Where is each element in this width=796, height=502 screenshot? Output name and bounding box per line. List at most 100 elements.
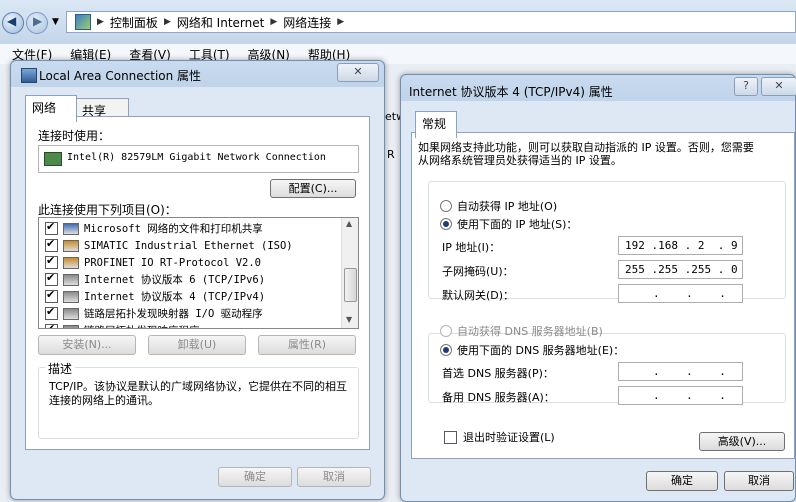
- cancel-button-label: 取消: [323, 470, 345, 483]
- list-item[interactable]: PROFINET IO RT-Protocol V2.0: [45, 254, 261, 271]
- list-item-label: SIMATIC Industrial Ethernet (ISO): [84, 239, 293, 252]
- install-button[interactable]: 安装(N)...: [38, 335, 136, 355]
- cancel-button-label: 取消: [748, 474, 770, 487]
- adapter-box: Intel(R) 82579LM Gigabit Network Connect…: [38, 145, 359, 173]
- subnet-mask-label: 子网掩码(U)：: [442, 265, 514, 278]
- breadcrumb-separator-icon: ▶: [97, 17, 104, 27]
- ok-button-label: 确定: [244, 470, 266, 483]
- dialog-title: Local Area Connection 属性: [39, 69, 202, 83]
- components-list[interactable]: Microsoft 网络的文件和打印机共享 SIMATIC Industrial …: [38, 217, 359, 329]
- scroll-down-icon[interactable]: ▼: [346, 315, 352, 324]
- tab-network-label: 网络: [32, 101, 57, 115]
- list-item[interactable]: SIMATIC Industrial Ethernet (ISO): [45, 237, 293, 254]
- general-tab-panel: 如果网络支持此功能，则可以获取自动指派的 IP 设置。否则，您需要从网络系统管理…: [411, 132, 795, 459]
- subnet-mask-field[interactable]: 255 .255 .255 . 0: [618, 260, 743, 279]
- properties-button-label: 属性(R): [287, 338, 327, 351]
- connect-using-label: 连接时使用：: [38, 129, 111, 143]
- component-icon: [63, 273, 79, 286]
- ok-button[interactable]: 确定: [218, 467, 292, 487]
- help-button[interactable]: ?: [734, 77, 758, 96]
- list-item-label: 链路层拓扑发现映射器 I/O 驱动程序: [84, 308, 263, 320]
- tab-general[interactable]: 常规: [415, 111, 457, 138]
- checkbox-icon[interactable]: [45, 271, 58, 286]
- description-text: TCP/IP。该协议是默认的广域网络协议，它提供在不同的相互连接的网络上的通讯。: [49, 380, 347, 407]
- breadcrumb-network-connections[interactable]: 网络连接: [283, 14, 331, 31]
- close-button[interactable]: ✕: [761, 77, 796, 96]
- checkbox-icon[interactable]: [45, 322, 58, 328]
- configure-button[interactable]: 配置(C)...: [270, 179, 356, 198]
- properties-button[interactable]: 属性(R): [258, 335, 356, 355]
- configure-button-label: 配置(C)...: [288, 182, 338, 195]
- ipv4-properties-dialog: Internet 协议版本 4 (TCP/IPv4) 属性 ? ✕ 常规 如果网…: [400, 74, 796, 502]
- default-gateway-field[interactable]: . . .: [618, 284, 743, 303]
- checkbox-icon[interactable]: [45, 237, 58, 252]
- lac-properties-dialog: Local Area Connection 属性 ✕ 网络 共享 连接时使用： …: [10, 60, 385, 500]
- radio-selected-icon: [440, 218, 452, 230]
- list-item[interactable]: 链路层拓扑发现映射器 I/O 驱动程序: [45, 305, 263, 322]
- cancel-button[interactable]: 取消: [724, 471, 794, 491]
- component-icon: [63, 324, 79, 328]
- breadcrumb-separator-icon: ▶: [337, 17, 345, 27]
- intro-text: 如果网络支持此功能，则可以获取自动指派的 IP 设置。否则，您需要从网络系统管理…: [418, 141, 754, 167]
- history-dropdown-icon[interactable]: ▼: [52, 17, 59, 27]
- checkbox-icon[interactable]: [45, 288, 58, 303]
- adapter-name: Intel(R) 82579LM Gigabit Network Connect…: [67, 152, 326, 163]
- ip-address-field[interactable]: 192 .168 . 2 . 9: [618, 236, 743, 255]
- manual-ip-radio[interactable]: 使用下面的 IP 地址(S)：: [440, 216, 581, 232]
- manual-ip-label: 使用下面的 IP 地址(S)：: [457, 218, 578, 231]
- list-item-label: PROFINET IO RT-Protocol V2.0: [84, 256, 262, 269]
- close-icon: ✕: [353, 65, 363, 78]
- alternate-dns-field[interactable]: . . .: [618, 386, 743, 405]
- list-item[interactable]: 链路层拓扑发现响应程序: [45, 322, 200, 328]
- help-icon: ?: [743, 79, 749, 92]
- background-partial-text: R: [387, 148, 395, 161]
- list-item[interactable]: Internet 协议版本 6 (TCP/IPv6): [45, 271, 265, 288]
- validate-label: 退出时验证设置(L): [463, 431, 555, 444]
- checkbox-icon[interactable]: [45, 254, 58, 269]
- auto-ip-radio[interactable]: 自动获得 IP 地址(O): [440, 198, 557, 214]
- preferred-dns-field[interactable]: . . .: [618, 362, 743, 381]
- network-card-icon: [44, 152, 62, 166]
- manual-dns-radio[interactable]: 使用下面的 DNS 服务器地址(E)：: [440, 342, 628, 358]
- list-item[interactable]: Internet 协议版本 4 (TCP/IPv4): [45, 288, 265, 305]
- validate-checkbox[interactable]: 退出时验证设置(L): [444, 429, 555, 445]
- dialog-title: Internet 协议版本 4 (TCP/IPv4) 属性: [409, 85, 613, 99]
- auto-dns-label: 自动获得 DNS 服务器地址(B): [457, 325, 603, 338]
- alternate-dns-label: 备用 DNS 服务器(A)：: [442, 391, 555, 404]
- description-group: 描述 TCP/IP。该协议是默认的广域网络协议，它提供在不同的相互连接的网络上的…: [38, 360, 359, 439]
- forward-button[interactable]: ▶: [26, 12, 48, 34]
- scrollbar-thumb[interactable]: [344, 268, 357, 302]
- component-icon: [63, 239, 79, 252]
- breadcrumb-control-panel[interactable]: 控制面板: [110, 14, 158, 31]
- tab-network[interactable]: 网络: [25, 95, 77, 122]
- back-button[interactable]: ◀: [2, 12, 24, 34]
- list-item[interactable]: Microsoft 网络的文件和打印机共享: [45, 220, 263, 237]
- advanced-button[interactable]: 高级(V)...: [699, 432, 785, 451]
- cancel-button[interactable]: 取消: [297, 467, 371, 487]
- install-button-label: 安装(N)...: [62, 338, 112, 351]
- auto-dns-radio[interactable]: 自动获得 DNS 服务器地址(B): [440, 323, 603, 339]
- tab-general-label: 常规: [422, 117, 447, 131]
- scroll-up-icon[interactable]: ▲: [346, 219, 352, 228]
- back-arrow-icon: ◀: [7, 14, 17, 28]
- close-button[interactable]: ✕: [337, 63, 379, 82]
- default-gateway-label: 默认网关(D)：: [442, 289, 515, 302]
- auto-ip-label: 自动获得 IP 地址(O): [457, 200, 558, 213]
- advanced-button-label: 高级(V)...: [717, 435, 767, 448]
- uninstall-button[interactable]: 卸载(U): [148, 335, 246, 355]
- network-tab-panel: 连接时使用： Intel(R) 82579LM Gigabit Network …: [25, 116, 370, 450]
- list-item-label: Internet 协议版本 4 (TCP/IPv4): [84, 291, 266, 303]
- list-scrollbar[interactable]: ▲ ▼: [341, 218, 358, 328]
- uninstall-button-label: 卸载(U): [177, 338, 217, 351]
- component-icon: [63, 222, 79, 235]
- breadcrumb-network-internet[interactable]: 网络和 Internet: [177, 14, 264, 31]
- network-adapter-title-icon: [21, 68, 37, 83]
- address-bar[interactable]: ▶ 控制面板 ▶ 网络和 Internet ▶ 网络连接 ▶: [66, 11, 796, 33]
- checkbox-icon[interactable]: [45, 220, 58, 235]
- close-icon: ✕: [774, 79, 784, 92]
- checkbox-icon[interactable]: [45, 305, 58, 320]
- list-item-label: 链路层拓扑发现响应程序: [84, 323, 200, 328]
- radio-selected-icon: [440, 344, 452, 356]
- preferred-dns-label: 首选 DNS 服务器(P)：: [442, 367, 554, 380]
- ok-button[interactable]: 确定: [646, 471, 718, 491]
